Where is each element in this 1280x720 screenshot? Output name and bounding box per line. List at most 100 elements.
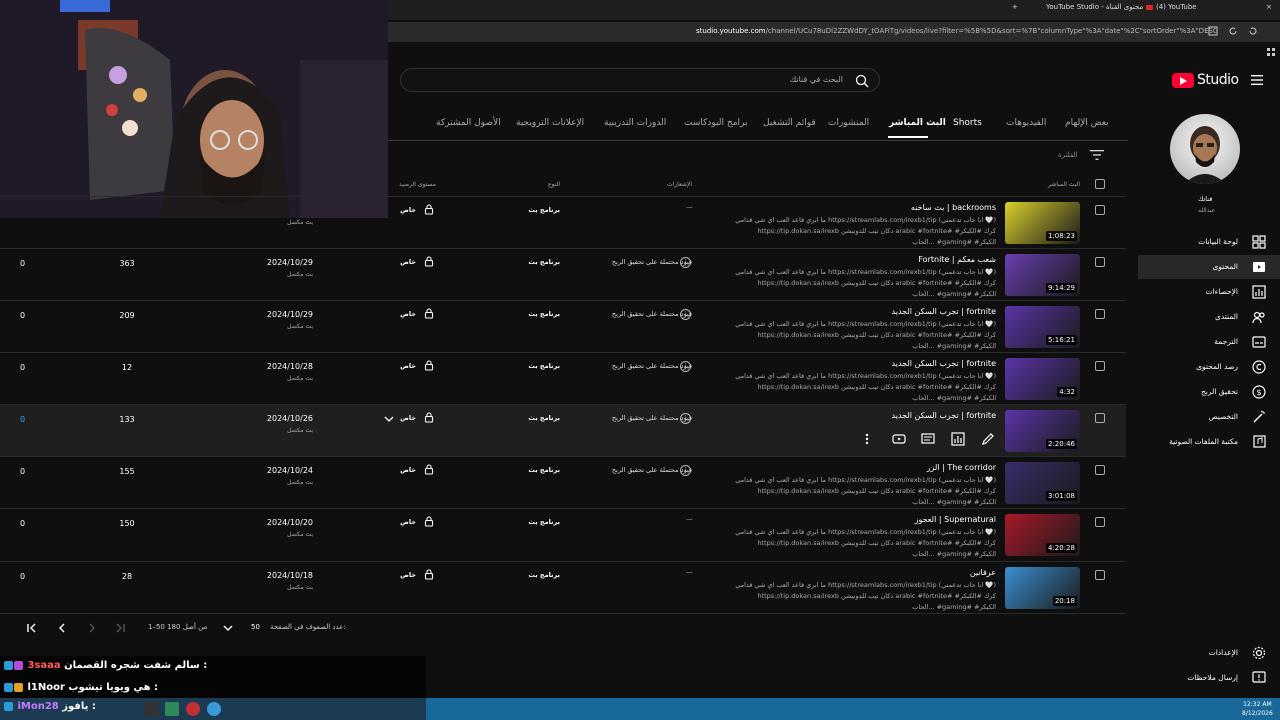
sidebar-item-feedback[interactable]: إرسال ملاحظات xyxy=(1138,666,1280,690)
url-text[interactable]: studio.youtube.com/channel/UCu78uDl2ZZWd… xyxy=(696,27,1216,35)
taskbar-app-icon[interactable] xyxy=(144,702,158,716)
sidebar-item-dashboard[interactable]: لوحة البيانات xyxy=(1138,230,1280,254)
more-options-icon[interactable] xyxy=(860,432,874,446)
hamburger-menu-icon[interactable] xyxy=(1250,74,1264,86)
last-page-icon[interactable] xyxy=(113,621,127,635)
search-bar[interactable]: البحث في قناتك xyxy=(400,68,880,92)
youtube-icon[interactable] xyxy=(892,432,906,446)
sidebar-item-community[interactable]: المنتدى xyxy=(1138,305,1280,329)
visibility-label[interactable]: خاص xyxy=(400,414,416,422)
video-thumbnail[interactable]: 5:16:21 xyxy=(1005,306,1080,348)
tab-shorts[interactable]: Shorts xyxy=(953,118,982,128)
tab-live[interactable]: البث المباشر xyxy=(889,118,946,128)
translate-icon[interactable] xyxy=(1208,26,1218,36)
tab-videos[interactable]: الفيديوهات xyxy=(1006,118,1046,128)
row-checkbox[interactable] xyxy=(1095,570,1105,580)
browser-tab-youtube[interactable]: (4) YouTube xyxy=(1146,3,1197,17)
video-title[interactable]: Fortnite | شعب معكم xyxy=(918,255,996,264)
sidebar-item-settings[interactable]: الإعدادات xyxy=(1138,641,1280,665)
video-thumbnail[interactable]: 4:32 xyxy=(1005,358,1080,400)
tab-collab-assets[interactable]: الأصول المشتركة xyxy=(436,118,501,128)
video-title[interactable]: تجرب السكن الجديد | fortnite xyxy=(892,411,996,420)
refresh-icon[interactable] xyxy=(1248,26,1258,36)
visibility-label[interactable]: خاص xyxy=(400,518,416,526)
comment-count[interactable]: 0 xyxy=(20,415,25,424)
visibility-label[interactable]: خاص xyxy=(400,362,416,370)
browser-tab-studio[interactable]: YouTube Studio - محتوى القناة xyxy=(1046,3,1143,17)
table-row[interactable]: 2:20:46 تجرب السكن الجديد | fortnite i قيود… xyxy=(0,404,1126,456)
sidebar-item-audio-library[interactable]: مكتبة الملفات الصوتية xyxy=(1138,430,1280,454)
visibility-label[interactable]: خاص xyxy=(400,206,416,214)
sidebar-item-analytics[interactable]: الإحصاءات xyxy=(1138,280,1280,304)
new-tab-button[interactable]: + xyxy=(1012,3,1018,17)
video-title[interactable]: الزر | The corridor xyxy=(927,463,996,472)
edit-pencil-icon[interactable] xyxy=(981,432,995,446)
video-thumbnail[interactable]: 9:14:29 xyxy=(1005,254,1080,296)
row-checkbox[interactable] xyxy=(1095,257,1105,267)
video-thumbnail[interactable]: 1:08:23 xyxy=(1005,202,1080,244)
video-title[interactable]: العجوز | Supernatural xyxy=(915,515,996,524)
tab-close-icon[interactable]: × xyxy=(1266,3,1272,17)
visibility-label[interactable]: خاص xyxy=(400,571,416,579)
video-title[interactable]: بث ساخنه | backrooms xyxy=(911,203,996,212)
youtube-studio-logo[interactable]: Studio xyxy=(1172,72,1242,90)
video-thumbnail[interactable]: 20:18 xyxy=(1005,567,1080,609)
sidebar-item-customization[interactable]: التخصيص xyxy=(1138,405,1280,429)
row-checkbox[interactable] xyxy=(1095,205,1105,215)
column-header-live[interactable]: البث المباشر xyxy=(1048,181,1080,188)
column-header-visibility[interactable]: مستوى الرصيد xyxy=(399,181,436,188)
table-row[interactable]: 3:01:08 الزر | The corridor ما ابري قاعد ا… xyxy=(0,456,1126,508)
visibility-dropdown-icon[interactable] xyxy=(384,415,394,423)
visibility-label[interactable]: خاص xyxy=(400,310,416,318)
video-title[interactable]: تجرب السكن الجديد | fortnite xyxy=(892,359,996,368)
sidebar-item-content[interactable]: المحتوى xyxy=(1138,255,1280,279)
sidebar-item-earn[interactable]: تحقيق الربح $ xyxy=(1138,380,1280,404)
comments-icon[interactable] xyxy=(921,432,935,446)
tab-playlists[interactable]: قوائم التشغيل xyxy=(763,118,816,128)
video-title[interactable]: عرفانين xyxy=(970,568,996,577)
taskbar-clock[interactable]: 12:32 AM 8/12/2026 xyxy=(1242,700,1273,718)
tab-courses[interactable]: الدورات التدريبية xyxy=(604,118,666,128)
analytics-icon[interactable] xyxy=(951,432,965,446)
rows-per-page-value[interactable]: 50 xyxy=(251,623,260,631)
column-header-restrictions[interactable]: الإشعارات xyxy=(667,181,692,188)
reload-icon[interactable] xyxy=(1228,26,1238,36)
next-page-icon[interactable] xyxy=(85,621,99,635)
tab-podcasts[interactable]: برامج البودكاست xyxy=(684,118,747,128)
rows-dropdown-chevron-icon[interactable] xyxy=(221,621,235,635)
address-bar[interactable]: studio.youtube.com/channel/UCu78uDl2ZZWd… xyxy=(386,22,1280,56)
table-row[interactable]: 5:16:21 تجرب السكن الجديد | fortnite ما اب… xyxy=(0,300,1126,352)
visibility-label[interactable]: خاص xyxy=(400,466,416,474)
first-page-icon[interactable] xyxy=(25,621,39,635)
taskbar-browser-icon[interactable] xyxy=(207,702,221,716)
row-checkbox[interactable] xyxy=(1095,465,1105,475)
video-thumbnail[interactable]: 4:20:28 xyxy=(1005,514,1080,556)
row-checkbox[interactable] xyxy=(1095,361,1105,371)
sidebar-item-subtitles[interactable]: الترجمة xyxy=(1138,330,1280,354)
taskbar-app-icon[interactable] xyxy=(165,702,179,716)
previous-page-icon[interactable] xyxy=(55,621,69,635)
visibility-label[interactable]: خاص xyxy=(400,258,416,266)
video-thumbnail[interactable]: 2:20:46 xyxy=(1005,410,1080,452)
row-checkbox[interactable] xyxy=(1095,517,1105,527)
table-row[interactable]: 4:32 تجرب السكن الجديد | fortnite ما ابري … xyxy=(0,352,1126,404)
video-thumbnail[interactable]: 3:01:08 xyxy=(1005,462,1080,504)
video-title[interactable]: تجرب السكن الجديد | fortnite xyxy=(892,307,996,316)
column-header-type[interactable]: النوع xyxy=(548,181,560,188)
filter-icon[interactable] xyxy=(1090,149,1104,161)
select-all-checkbox[interactable] xyxy=(1095,179,1105,189)
channel-avatar[interactable] xyxy=(1170,114,1240,184)
apps-grid-icon[interactable] xyxy=(1266,47,1276,57)
table-row[interactable]: 4:20:28 العجوز | Supernatural ما ابري قاعد… xyxy=(0,508,1126,560)
tab-posts[interactable]: المنشورات xyxy=(828,118,869,128)
row-checkbox[interactable] xyxy=(1095,413,1105,423)
taskbar-obs-icon[interactable] xyxy=(186,702,200,716)
table-row[interactable]: 9:14:29 Fortnite | شعب معكم ما ابري قاعد ا… xyxy=(0,248,1126,300)
row-checkbox[interactable] xyxy=(1095,309,1105,319)
table-row[interactable]: 1:08:23 بث ساخنه | backrooms ما ابري قاعد … xyxy=(0,196,1126,248)
table-row[interactable]: 20:18 عرفانين ما ابري قاعد العب اي شي قدام… xyxy=(0,561,1126,613)
tab-promotions[interactable]: الإعلانات الترويجية xyxy=(516,118,584,128)
tab-inspiration[interactable]: بعض الإلهام xyxy=(1065,118,1109,128)
search-icon[interactable] xyxy=(855,74,869,88)
sidebar-item-copyright[interactable]: رصد المحتوى xyxy=(1138,355,1280,379)
